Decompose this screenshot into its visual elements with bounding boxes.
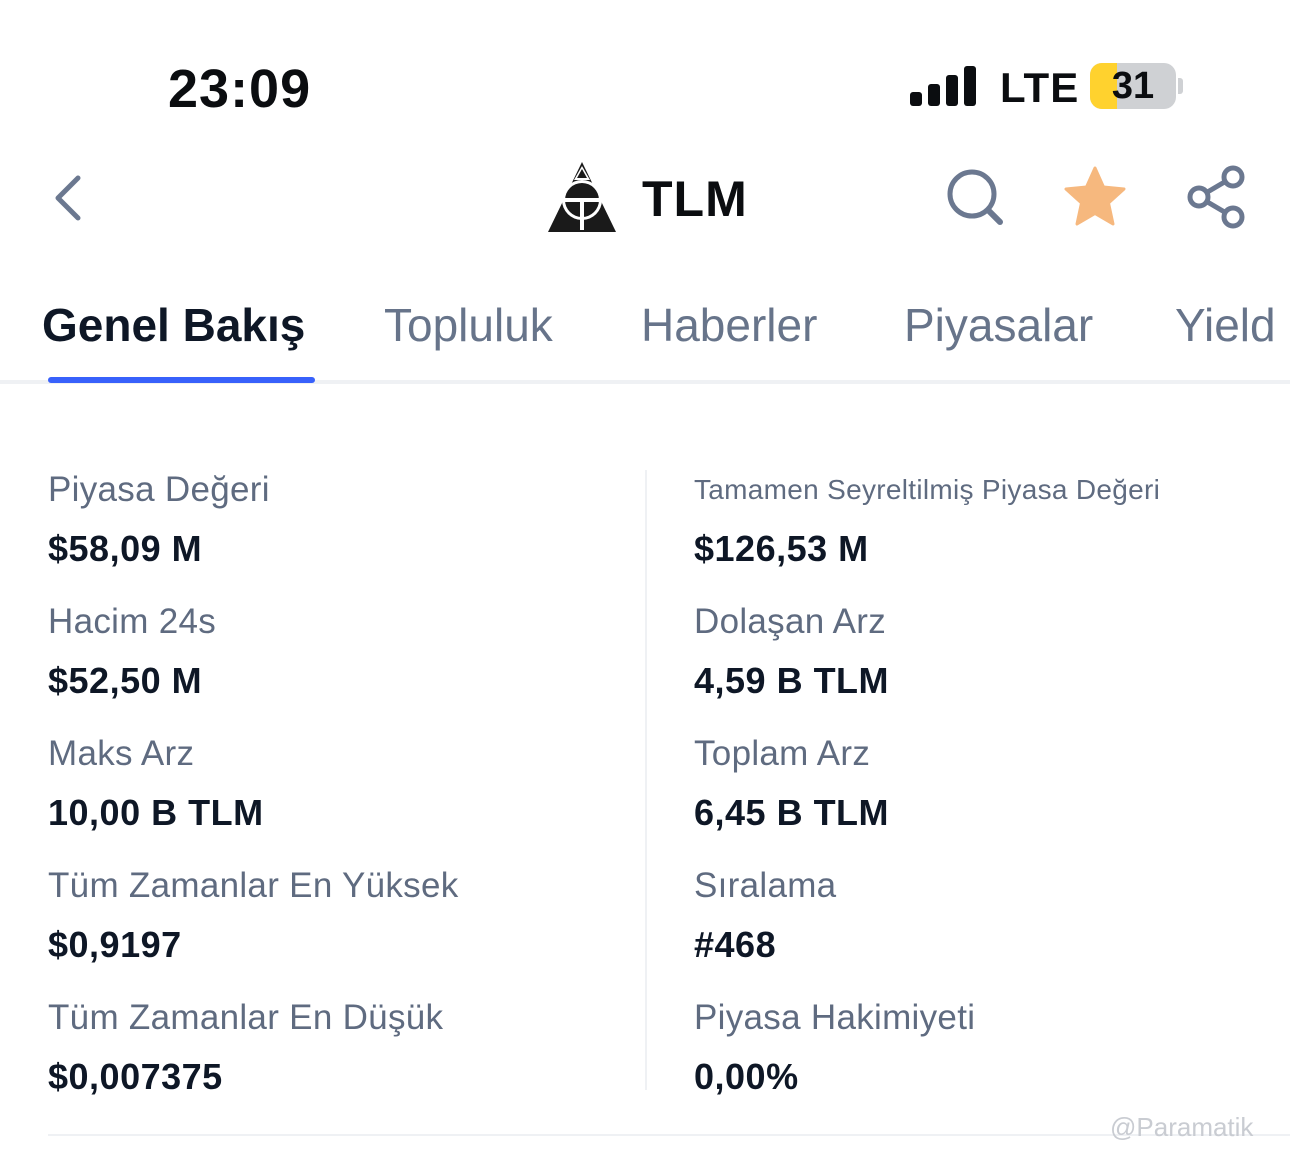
star-icon [1064,166,1126,226]
stat-label: Dolaşan Arz [694,602,887,641]
battery-icon: 31 [1090,63,1176,109]
search-icon [947,169,1003,225]
stat-max-supply: Maks Arz 10,00 B TLM [48,734,264,834]
share-button[interactable] [1183,164,1249,230]
status-time: 23:09 [168,59,312,119]
stat-label: Sıralama [694,866,837,905]
chevron-left-icon [55,175,81,221]
active-tab-indicator [48,377,315,383]
stat-market-cap: Piyasa Değeri $58,09 M [48,470,270,570]
tab-bar: Genel Bakış Topluluk Haberler Piyasalar … [0,292,1290,384]
stat-value: $0,007375 [48,1056,223,1097]
stat-volume-24h: Hacim 24s $52,50 M [48,602,216,702]
tab-piyasalar[interactable]: Piyasalar [904,298,1093,352]
stat-fully-diluted-market-cap: Tamamen Seyreltilmiş Piyasa Değeri $126,… [694,474,1160,570]
stat-value: 0,00% [694,1056,799,1097]
stat-label: Tamamen Seyreltilmiş Piyasa Değeri [694,474,1161,505]
stat-value: $58,09 M [48,528,203,569]
stat-label: Tüm Zamanlar En Düşük [48,998,444,1037]
tab-haberler[interactable]: Haberler [641,298,817,352]
stat-value: $0,9197 [48,924,182,965]
tlm-logo-icon [546,160,618,234]
coin-title: TLM [642,171,748,227]
share-icon [1187,165,1245,229]
tab-topluluk[interactable]: Topluluk [384,298,553,352]
stat-label: Hacim 24s [48,602,217,641]
battery-cap [1178,78,1183,94]
tab-genel-bakis[interactable]: Genel Bakış [42,298,305,352]
watermark: @Paramatik [1110,1112,1254,1142]
stat-market-dominance: Piyasa Hakimiyeti 0,00% [694,998,975,1098]
stat-label: Toplam Arz [694,734,871,773]
stat-value: $52,50 M [48,660,203,701]
signal-icon [910,66,976,106]
stat-total-supply: Toplam Arz 6,45 B TLM [694,734,889,834]
stat-all-time-low: Tüm Zamanlar En Düşük $0,007375 [48,998,443,1098]
bottom-divider [48,1134,1290,1136]
watchlist-button[interactable] [1062,164,1128,230]
stat-label: Tüm Zamanlar En Yüksek [48,866,459,905]
stat-value: $126,53 M [694,528,869,569]
battery-level: 31 [1111,65,1155,107]
stat-label: Piyasa Hakimiyeti [694,998,976,1037]
stat-all-time-high: Tüm Zamanlar En Yüksek $0,9197 [48,866,459,966]
network-label: LTE [1000,64,1080,111]
stat-circulating-supply: Dolaşan Arz 4,59 B TLM [694,602,889,702]
stat-value: 6,45 B TLM [694,792,890,833]
column-divider [645,470,647,1090]
search-button[interactable] [942,164,1008,230]
stat-value: 4,59 B TLM [694,660,890,701]
stat-value: 10,00 B TLM [48,792,264,833]
stat-value: #468 [694,924,777,965]
stat-rank: Sıralama #468 [694,866,836,966]
stat-label: Piyasa Değeri [48,470,270,509]
stat-label: Maks Arz [48,734,195,773]
tab-yield[interactable]: Yield [1175,298,1276,352]
back-button[interactable] [46,170,96,226]
